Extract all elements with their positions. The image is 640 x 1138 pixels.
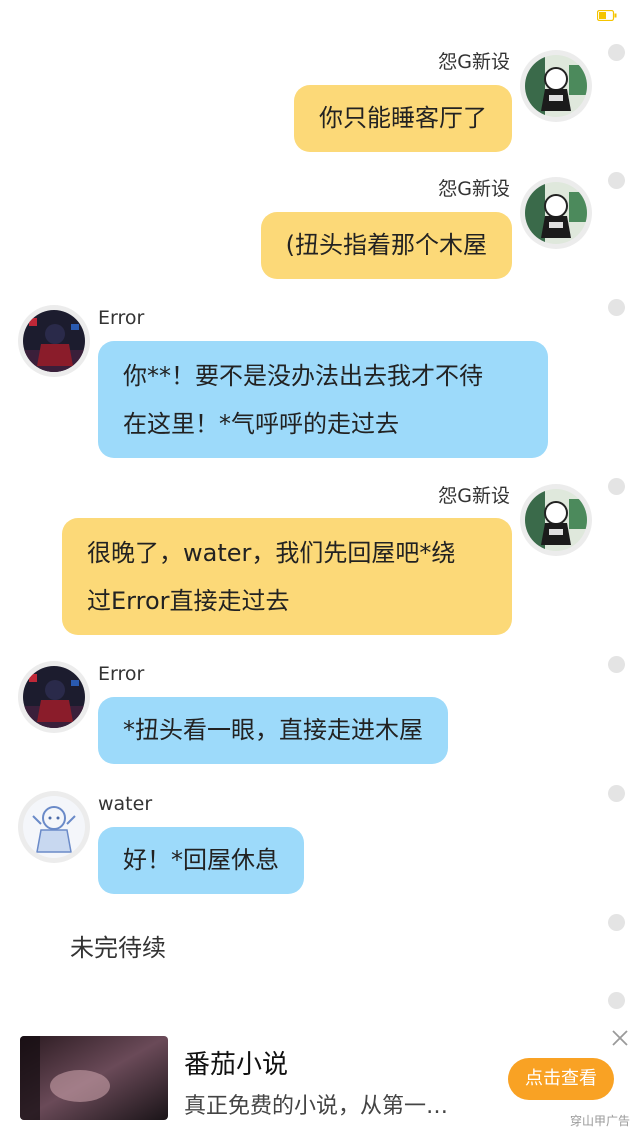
sender-name: Error [98,663,145,685]
avatar[interactable] [18,305,90,377]
message-bubble[interactable]: (扭头指着那个木屋 [260,212,512,279]
character-avatar-icon [525,182,587,244]
timeline-dot [608,992,625,1009]
timeline-dot [608,44,625,61]
ad-description[interactable]: 真正免费的小说，从第一… [184,1088,484,1120]
avatar[interactable] [18,661,90,733]
message-bubble[interactable]: 好！*回屋休息 [98,827,304,894]
message-text: 很晚了，water，我们先回屋吧*绕 [87,539,456,567]
message-text: *扭头看一眼，直接走进木屋 [123,716,423,744]
ad-image-icon [20,1036,168,1120]
ad-thumbnail[interactable] [20,1036,168,1120]
battery-icon [597,10,617,21]
message-text: 过Error直接走过去 [87,587,290,615]
message-bubble[interactable]: *扭头看一眼，直接走进木屋 [98,697,448,764]
message-bubble[interactable]: 很晚了，water，我们先回屋吧*绕 过Error直接走过去 [62,518,512,635]
message-text: (扭头指着那个木屋 [285,231,487,259]
message-text: 你**！要不是没办法出去我才不待 [123,362,483,390]
message-bubble[interactable]: 你**！要不是没办法出去我才不待 在这里！*气呼呼的走过去 [98,341,548,458]
message-text: 好！*回屋休息 [123,846,279,874]
character-avatar-icon [23,666,85,728]
character-avatar-icon [23,310,85,372]
timeline-dot [608,914,625,931]
ad-view-button[interactable]: 点击查看 [508,1058,614,1100]
ad-title[interactable]: 番茄小说 [184,1044,288,1081]
character-avatar-icon [525,55,587,117]
ad-source-label: 穿山甲广告 [569,1114,630,1128]
timeline-dot [608,785,625,802]
story-status-text: 未完待续 [70,934,166,962]
avatar[interactable] [520,177,592,249]
timeline-dot [608,656,625,673]
message-bubble[interactable]: 你只能睡客厅了 [294,85,512,152]
timeline-dot [608,299,625,316]
character-avatar-icon [525,489,587,551]
sender-name: 怨G新设 [438,178,510,200]
avatar[interactable] [520,50,592,122]
ad-banner[interactable]: 番茄小说 真正免费的小说，从第一… 点击查看 穿山甲广告 [0,1028,640,1138]
close-icon[interactable] [610,1028,630,1048]
message-text: 在这里！*气呼呼的走过去 [123,410,399,438]
avatar[interactable] [18,791,90,863]
sender-name: 怨G新设 [438,485,510,507]
sender-name: 怨G新设 [438,51,510,73]
timeline-dot [608,172,625,189]
sender-name: Error [98,307,145,329]
sender-name: water [98,793,153,815]
character-avatar-icon [23,796,85,858]
message-text: 你只能睡客厅了 [319,104,487,132]
avatar[interactable] [520,484,592,556]
timeline-dot [608,478,625,495]
